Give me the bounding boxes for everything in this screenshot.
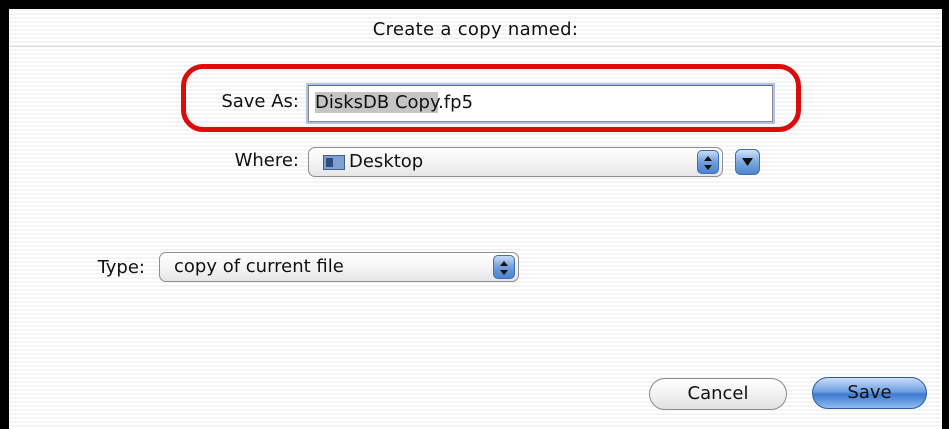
cancel-button[interactable]: Cancel <box>649 378 787 410</box>
save-copy-dialog: Create a copy named: Save As: DisksDB Co… <box>0 0 949 429</box>
save-as-selected-text: DisksDB Copy <box>315 92 439 113</box>
save-as-extension-text: .fp5 <box>438 92 474 113</box>
save-button[interactable]: Save <box>812 377 927 409</box>
popup-arrows-icon <box>493 255 515 279</box>
popup-arrows-icon <box>697 150 719 174</box>
type-selected: copy of current file <box>174 256 344 277</box>
where-label: Where: <box>234 150 299 171</box>
folder-icon <box>323 155 345 170</box>
dialog-title: Create a copy named: <box>372 19 579 40</box>
save-as-label: Save As: <box>221 91 299 112</box>
title-divider <box>9 46 942 47</box>
type-popup[interactable]: copy of current file <box>159 252 519 282</box>
where-popup[interactable]: Desktop <box>308 147 723 177</box>
type-label: Type: <box>97 257 145 278</box>
chevron-down-icon <box>742 158 753 166</box>
expand-browser-button[interactable] <box>735 149 760 175</box>
save-as-field[interactable]: DisksDB Copy.fp5 <box>308 85 773 122</box>
where-selected: Desktop <box>349 151 424 172</box>
